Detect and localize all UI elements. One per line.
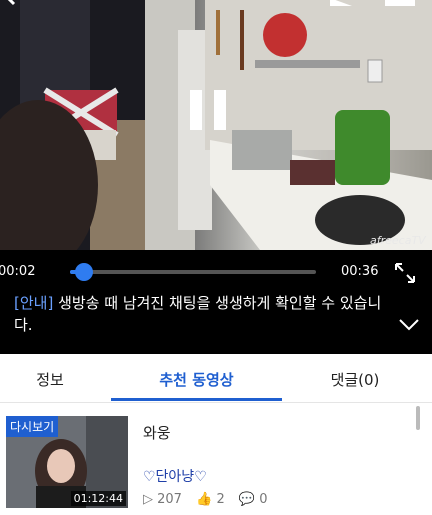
- likes-stat: 👍 2: [196, 492, 225, 507]
- video-thumbnail[interactable]: 다시보기 01:12:44: [6, 416, 128, 508]
- notice-body: 생방송 때 남겨진 채팅을 생생하게 확인할 수 있습니다.: [14, 294, 382, 334]
- likes-count: 2: [216, 492, 225, 507]
- active-tab-indicator: [111, 398, 282, 401]
- notice-text: [안내] 생방송 때 남겨진 채팅을 생생하게 확인할 수 있습니다.: [14, 292, 394, 336]
- video-author[interactable]: ♡단아냥♡: [143, 466, 207, 486]
- tab-recommended[interactable]: 추천 동영상: [111, 354, 282, 402]
- video-title[interactable]: 와웅: [143, 422, 171, 443]
- views-count: 207: [157, 492, 182, 507]
- menu-icon[interactable]: [385, 0, 415, 6]
- chevron-down-icon[interactable]: [398, 318, 420, 332]
- scrollbar[interactable]: [416, 406, 420, 430]
- video-player[interactable]: afreecaTV: [0, 0, 432, 250]
- video-stats: ▷ 207 👍 2 💬 0: [143, 492, 277, 507]
- total-time: 00:36: [341, 264, 379, 279]
- replay-badge: 다시보기: [6, 416, 59, 437]
- elapsed-time: 00:02: [0, 264, 36, 279]
- comments-stat: 💬 0: [239, 492, 268, 507]
- views-stat: ▷ 207: [143, 492, 182, 507]
- notice-tag: [안내]: [14, 294, 54, 312]
- seek-bar[interactable]: [70, 263, 316, 281]
- chevron-left-icon[interactable]: [6, 0, 16, 6]
- tab-comments[interactable]: 댓글(0): [300, 354, 410, 402]
- watermark: afreecaTV: [370, 234, 426, 247]
- play-icon: ▷: [143, 492, 153, 507]
- tab-bar: 정보 추천 동영상 댓글(0): [0, 354, 432, 403]
- comments-count: 0: [259, 492, 268, 507]
- pause-icon[interactable]: [186, 90, 234, 134]
- thumbs-up-icon: 👍: [196, 492, 213, 507]
- seek-knob[interactable]: [74, 263, 93, 281]
- comment-icon: 💬: [238, 492, 256, 507]
- video-top-controls: [0, 0, 432, 10]
- tab-info[interactable]: 정보: [0, 354, 100, 402]
- share-icon[interactable]: [330, 0, 352, 6]
- video-duration: 01:12:44: [70, 491, 126, 506]
- fullscreen-icon[interactable]: [394, 262, 416, 284]
